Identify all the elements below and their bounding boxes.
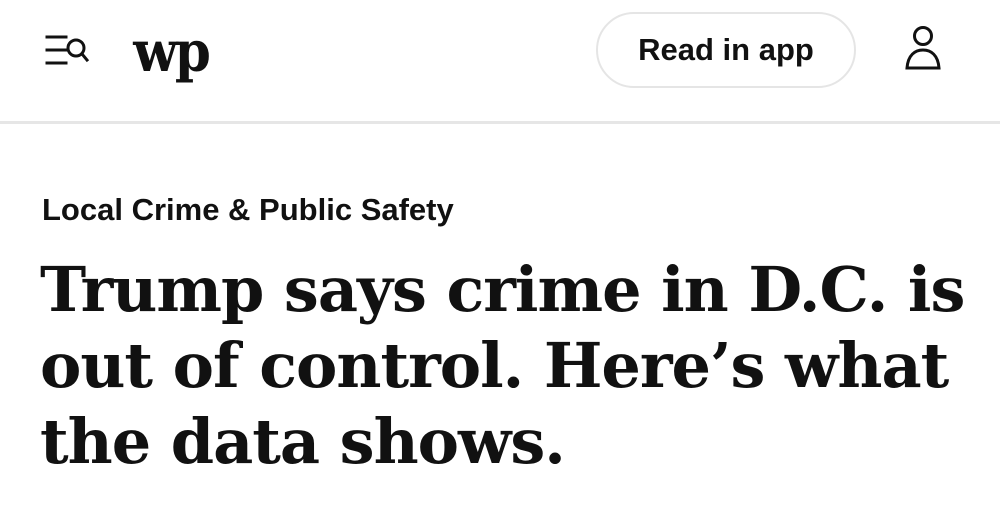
site-logo-text: wp — [133, 19, 212, 85]
section-kicker[interactable]: Local Crime & Public Safety — [42, 188, 454, 232]
article-headline: Trump says crime in D.C. is out of contr… — [40, 253, 965, 478]
site-header: wp Read in app — [0, 0, 1000, 124]
menu-search-icon[interactable] — [44, 30, 90, 70]
person-icon[interactable] — [902, 24, 944, 72]
site-logo[interactable]: wp — [132, 18, 212, 86]
read-in-app-button[interactable]: Read in app — [596, 12, 856, 88]
